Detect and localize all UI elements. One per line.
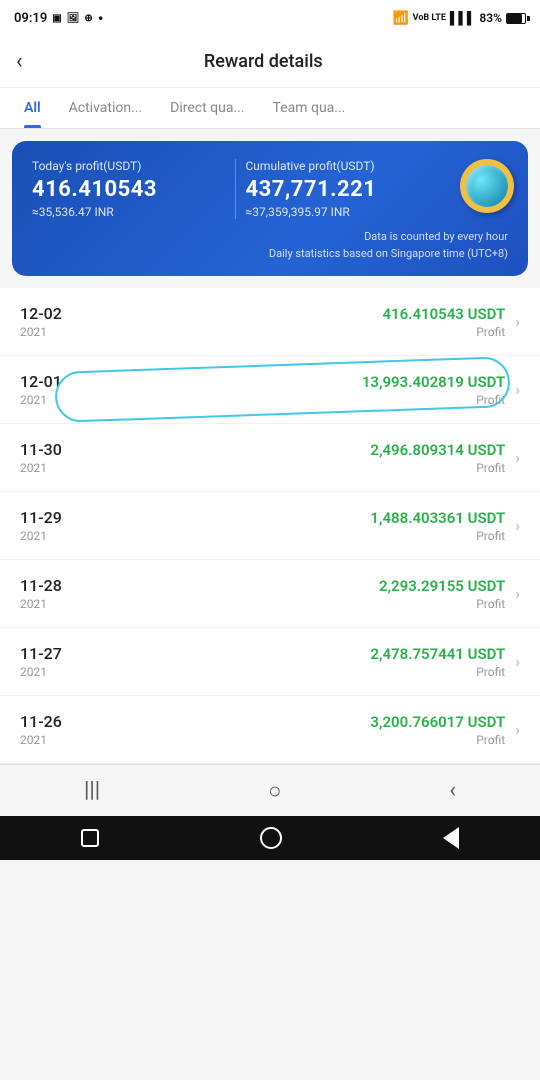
- list-item[interactable]: 12-02 2021 416.410543 USDT Profit ›: [0, 288, 540, 356]
- header: ‹ Reward details: [0, 36, 540, 88]
- value-col: 13,993.402819 USDT Profit: [62, 373, 515, 407]
- chevron-right-icon: ›: [515, 652, 520, 671]
- sim-icon: ▣: [52, 13, 61, 24]
- date-year: 2021: [20, 325, 62, 339]
- list-item[interactable]: 11-29 2021 1,488.403361 USDT Profit ›: [0, 492, 540, 560]
- date-year: 2021: [20, 733, 62, 747]
- dot-icon: •: [98, 9, 104, 28]
- value-label: Profit: [62, 325, 505, 339]
- time: 09:19: [14, 11, 47, 26]
- value-label: Profit: [62, 597, 505, 611]
- date-year: 2021: [20, 393, 62, 407]
- status-right: 📶 VoB LTE ▌▌▌ 83%: [392, 11, 526, 26]
- value-label: Profit: [62, 393, 505, 407]
- plus-icon: ⊕: [84, 13, 92, 24]
- list-item[interactable]: 11-27 2021 2,478.757441 USDT Profit ›: [0, 628, 540, 696]
- value-amount: 1,488.403361 USDT: [62, 509, 505, 527]
- value-amount: 416.410543 USDT: [62, 305, 505, 323]
- chevron-right-icon: ›: [515, 380, 520, 399]
- value-label: Profit: [62, 665, 505, 679]
- wifi-icon: 📶: [392, 11, 408, 26]
- today-profit-label: Today's profit(USDT): [32, 159, 225, 173]
- system-nav-bar: ||| ○ ‹: [0, 764, 540, 816]
- date-year: 2021: [20, 529, 62, 543]
- list-item[interactable]: 12-01 2021 13,993.402819 USDT Profit ›: [0, 356, 540, 424]
- chevron-right-icon: ›: [515, 312, 520, 331]
- back-button[interactable]: ‹: [16, 47, 33, 77]
- today-profit-value: 416.410543: [32, 177, 225, 202]
- android-square-button[interactable]: [81, 829, 99, 847]
- profit-card: Today's profit(USDT) 416.410543 ≈35,536.…: [12, 141, 528, 276]
- cumulative-value: 437,771.221: [246, 177, 439, 202]
- date-main: 12-02: [20, 304, 62, 323]
- value-amount: 2,496.809314 USDT: [62, 441, 505, 459]
- date-col: 11-30 2021: [20, 440, 62, 475]
- photo-icon: 🖼: [67, 13, 80, 24]
- cumulative-inr: ≈37,359,395.97 INR: [246, 205, 439, 219]
- date-col: 12-02 2021: [20, 304, 62, 339]
- page-title: Reward details: [33, 51, 524, 72]
- android-nav: [0, 816, 540, 860]
- chevron-right-icon: ›: [515, 584, 520, 603]
- date-year: 2021: [20, 461, 62, 475]
- value-col: 3,200.766017 USDT Profit: [62, 713, 515, 747]
- date-col: 12-01 2021: [20, 372, 62, 407]
- cumulative-label: Cumulative profit(USDT): [246, 159, 439, 173]
- date-col: 11-26 2021: [20, 712, 62, 747]
- chevron-right-icon: ›: [515, 516, 520, 535]
- list-item[interactable]: 11-28 2021 2,293.29155 USDT Profit ›: [0, 560, 540, 628]
- battery-percent: 83%: [479, 11, 502, 25]
- lte-label: VoB LTE: [413, 13, 446, 23]
- date-col: 11-28 2021: [20, 576, 62, 611]
- android-back-button[interactable]: [443, 827, 459, 849]
- value-col: 1,488.403361 USDT Profit: [62, 509, 515, 543]
- date-col: 11-27 2021: [20, 644, 62, 679]
- home-button[interactable]: ○: [248, 770, 301, 812]
- value-amount: 3,200.766017 USDT: [62, 713, 505, 731]
- date-col: 11-29 2021: [20, 508, 62, 543]
- date-main: 12-01: [20, 372, 62, 391]
- date-year: 2021: [20, 597, 62, 611]
- status-bar: 09:19 ▣ 🖼 ⊕ • 📶 VoB LTE ▌▌▌ 83%: [0, 0, 540, 36]
- value-amount: 2,293.29155 USDT: [62, 577, 505, 595]
- back-nav-button[interactable]: ‹: [429, 770, 476, 811]
- coin-icon: [450, 151, 514, 215]
- today-profit-inr: ≈35,536.47 INR: [32, 205, 225, 219]
- chevron-right-icon: ›: [515, 720, 520, 739]
- date-main: 11-28: [20, 576, 62, 595]
- menu-button[interactable]: |||: [64, 770, 120, 811]
- date-year: 2021: [20, 665, 62, 679]
- tab-all[interactable]: All: [10, 88, 55, 128]
- value-col: 2,293.29155 USDT Profit: [62, 577, 515, 611]
- chevron-right-icon: ›: [515, 448, 520, 467]
- list-item[interactable]: 11-30 2021 2,496.809314 USDT Profit ›: [0, 424, 540, 492]
- signal-bars: ▌▌▌: [450, 11, 476, 25]
- value-col: 2,496.809314 USDT Profit: [62, 441, 515, 475]
- profit-note: Data is counted by every hour Daily stat…: [32, 229, 508, 262]
- transaction-list: 12-02 2021 416.410543 USDT Profit › 12-0…: [0, 288, 540, 764]
- tab-activation[interactable]: Activation...: [55, 88, 157, 128]
- tab-team[interactable]: Team qua...: [259, 88, 360, 128]
- value-amount: 2,478.757441 USDT: [62, 645, 505, 663]
- android-home-button[interactable]: [260, 827, 282, 849]
- card-divider: [235, 159, 236, 219]
- value-col: 416.410543 USDT Profit: [62, 305, 515, 339]
- tab-direct[interactable]: Direct qua...: [156, 88, 258, 128]
- today-profit-col: Today's profit(USDT) 416.410543 ≈35,536.…: [32, 159, 225, 219]
- value-label: Profit: [62, 529, 505, 543]
- value-label: Profit: [62, 733, 505, 747]
- value-label: Profit: [62, 461, 505, 475]
- status-left: 09:19 ▣ 🖼 ⊕ •: [14, 9, 103, 28]
- tab-bar: All Activation... Direct qua... Team qua…: [0, 88, 540, 129]
- value-col: 2,478.757441 USDT Profit: [62, 645, 515, 679]
- date-main: 11-30: [20, 440, 62, 459]
- list-item[interactable]: 11-26 2021 3,200.766017 USDT Profit ›: [0, 696, 540, 764]
- date-main: 11-27: [20, 644, 62, 663]
- date-main: 11-26: [20, 712, 62, 731]
- value-amount: 13,993.402819 USDT: [62, 373, 505, 391]
- date-main: 11-29: [20, 508, 62, 527]
- battery-icon: [506, 13, 526, 24]
